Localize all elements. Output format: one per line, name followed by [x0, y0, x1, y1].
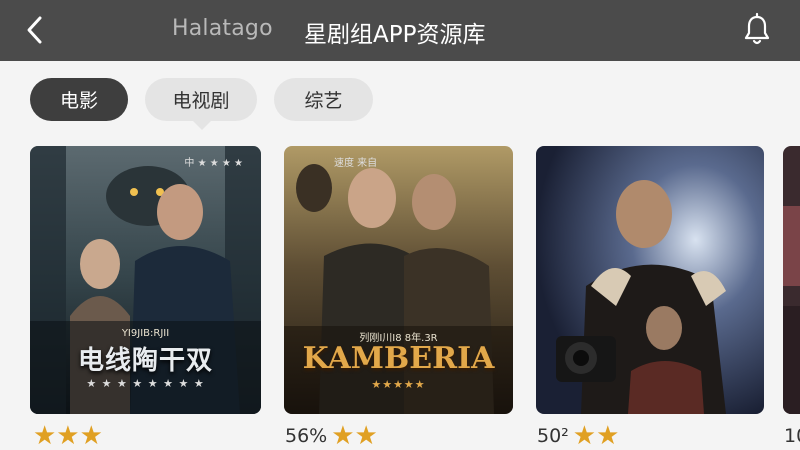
poster-artwork	[536, 146, 764, 414]
bell-icon	[744, 12, 770, 45]
movie-rating-2: 56% ★★	[285, 421, 380, 450]
poster-stars: ★★★★★	[371, 378, 426, 391]
movie-poster-2[interactable]: 速度 来自 列刚I川I8 8年.3R KAMBERIA ★★★★★	[284, 146, 513, 414]
poster-top-text: 中 ★ ★ ★ ★	[184, 158, 243, 169]
top-app-bar: Halatago 星剧组APP资源库	[0, 0, 800, 61]
poster-stars: ★ ★ ★ ★ ★ ★ ★ ★	[86, 377, 205, 390]
rating-stars: ★★	[331, 421, 378, 450]
rating-text: 56%	[285, 425, 328, 447]
page-title: 星剧组APP资源库	[304, 22, 486, 48]
movie-rating-1: ★★★	[29, 421, 105, 450]
tab-variety-label: 综艺	[304, 90, 343, 112]
chevron-left-icon	[27, 16, 42, 44]
movie-poster-3[interactable]	[536, 146, 764, 414]
movie-rating-4: 10	[784, 421, 800, 450]
tab-tv-series[interactable]: 电视剧	[145, 78, 257, 121]
poster-subtitle: YI9JIB:RJII	[121, 328, 170, 339]
movie-poster-4[interactable]	[783, 146, 800, 414]
poster-artwork	[783, 146, 800, 414]
tab-movies-label: 电影	[59, 90, 98, 112]
poster-title: 电线陶干双	[77, 346, 213, 376]
rating-stars: ★★★	[33, 421, 103, 450]
movie-poster-1[interactable]: 中 ★ ★ ★ ★ YI9JIB:RJII 电线陶干双 ★ ★ ★ ★ ★ ★ …	[30, 146, 261, 414]
brand-name: Halatago	[172, 16, 273, 41]
tab-tv-series-label: 电视剧	[172, 90, 230, 112]
rating-text: 50²	[537, 425, 569, 447]
tab-variety[interactable]: 综艺	[274, 78, 373, 121]
tab-movies[interactable]: 电影	[30, 78, 128, 121]
rating-stars: ★★	[572, 421, 620, 450]
poster-top-text: 速度 来自	[334, 158, 378, 169]
back-button[interactable]	[20, 12, 54, 48]
poster-title: KAMBERIA	[302, 341, 495, 376]
tab-pointer	[192, 120, 212, 130]
notification-button[interactable]	[742, 12, 772, 48]
rating-text: 10	[784, 425, 800, 447]
movie-rating-3: 50² ★★	[537, 421, 621, 450]
